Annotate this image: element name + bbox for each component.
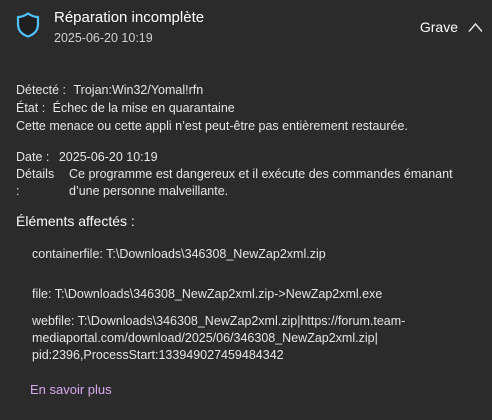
shield-icon xyxy=(16,12,40,38)
date-value: 2025-06-20 10:19 xyxy=(58,150,158,164)
chevron-up-icon[interactable] xyxy=(468,20,483,32)
affected-item-line: pid:2396,ProcessStart:133949027459484342 xyxy=(32,348,284,362)
threat-date: 2025-06-20 10:19 xyxy=(54,31,153,45)
severity-label: Grave xyxy=(419,19,458,35)
detected-row: Détecté : Trojan:Win32/Yomal!rfn xyxy=(16,82,203,99)
affected-item-line: mediaportal.com/download/2025/06/346308_… xyxy=(32,331,378,345)
restore-note: Cette menace ou cette appli n’est peut-ê… xyxy=(16,119,408,133)
threat-card: Réparation incomplète 2025-06-20 10:19 G… xyxy=(0,0,492,420)
status-row: État : Échec de la mise en quarantaine xyxy=(16,100,235,117)
date-label: Date : xyxy=(16,150,50,164)
affected-item-line: webfile: T:\Downloads\346308_NewZap2xml.… xyxy=(32,314,406,328)
detected-value: Trojan:Win32/Yomal!rfn xyxy=(73,83,204,97)
date-row: Date : 2025-06-20 10:19 xyxy=(16,149,158,166)
threat-header[interactable]: Réparation incomplète 2025-06-20 10:19 G… xyxy=(0,0,492,56)
affected-items-title: Éléments affectés : xyxy=(16,213,135,229)
learn-more-link[interactable]: En savoir plus xyxy=(30,382,112,397)
details-value: Ce programme est dangereux et il exécute… xyxy=(69,167,453,198)
affected-item: file: T:\Downloads\346308_NewZap2xml.zip… xyxy=(32,287,383,301)
threat-title: Réparation incomplète xyxy=(54,9,205,26)
status-value: Échec de la mise en quarantaine xyxy=(52,101,235,115)
detected-label: Détecté : xyxy=(16,83,67,97)
details-label: Détails : xyxy=(16,167,55,198)
affected-item: containerfile: T:\Downloads\346308_NewZa… xyxy=(32,247,326,261)
affected-item: webfile: T:\Downloads\346308_NewZap2xml.… xyxy=(32,313,472,364)
status-label: État : xyxy=(16,101,46,115)
